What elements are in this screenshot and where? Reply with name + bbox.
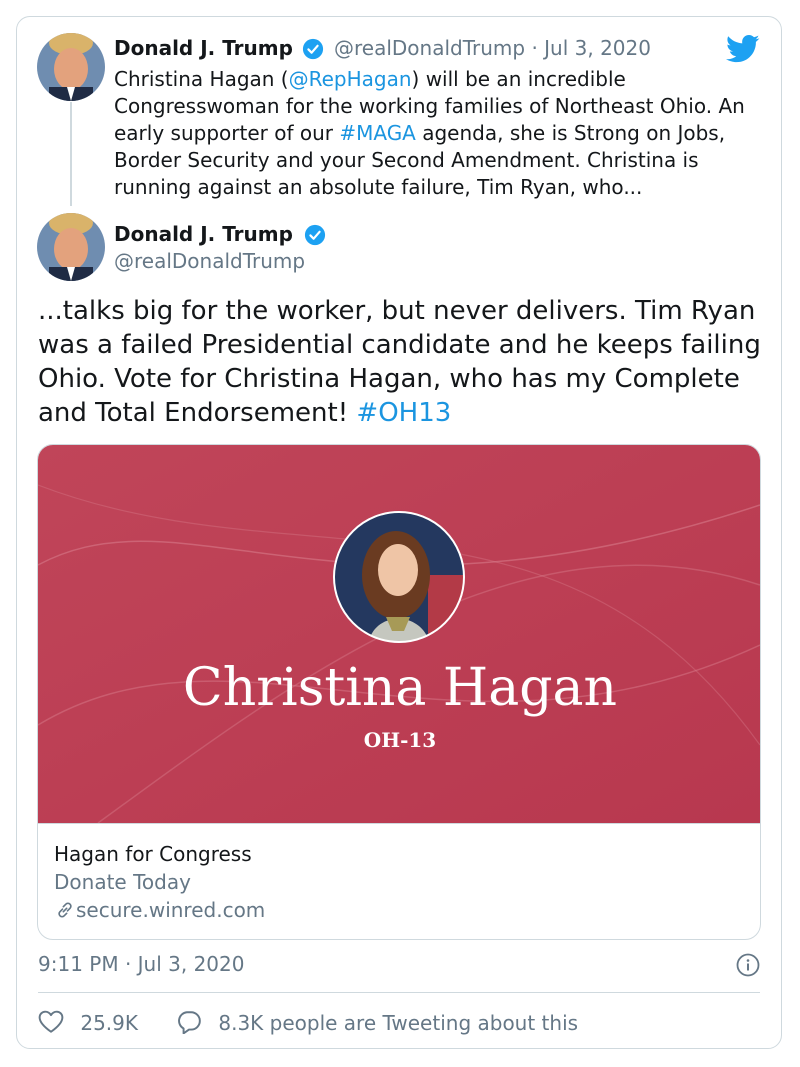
- quoted-tweet-text: Christina Hagan (@RepHagan) will be an i…: [114, 66, 774, 201]
- info-icon[interactable]: [736, 953, 760, 977]
- like-stat[interactable]: 25.9K: [38, 1010, 138, 1035]
- author-name[interactable]: Donald J. Trump: [114, 36, 293, 60]
- verified-icon: [302, 38, 324, 60]
- candidate-district: OH-13: [363, 728, 437, 752]
- tweeting-count: 8.3K people are Tweeting about this: [218, 1011, 579, 1035]
- link-title: Hagan for Congress: [54, 842, 252, 866]
- meta-separator: ·: [531, 36, 538, 60]
- thread-line: [70, 102, 72, 206]
- link-preview-meta: Hagan for Congress Donate Today secure.w…: [38, 823, 760, 939]
- author-avatar[interactable]: [37, 33, 105, 101]
- reply-bubble-icon[interactable]: [176, 1010, 202, 1035]
- link-description: Donate Today: [54, 870, 191, 894]
- author-avatar[interactable]: [37, 213, 105, 281]
- author-name[interactable]: Donald J. Trump: [114, 222, 293, 246]
- author-handle[interactable]: @realDonaldTrump: [334, 36, 525, 60]
- link-domain: secure.winred.com: [54, 898, 265, 922]
- text-segment: Christina Hagan (: [114, 67, 289, 91]
- link-icon: [58, 902, 72, 918]
- verified-icon: [304, 224, 326, 246]
- hashtag-link[interactable]: #OH13: [356, 398, 451, 428]
- author-meta: @realDonaldTrump · Jul 3, 2020: [334, 36, 651, 60]
- author-handle[interactable]: @realDonaldTrump: [114, 249, 305, 273]
- mention-link[interactable]: @RepHagan: [289, 67, 412, 91]
- candidate-name: Christina Hagan: [182, 658, 618, 718]
- tweet-timestamp[interactable]: 9:11 PM · Jul 3, 2020: [38, 952, 244, 976]
- heart-icon[interactable]: [38, 1010, 64, 1034]
- reply-stat[interactable]: 8.3K people are Tweeting about this: [176, 1010, 578, 1035]
- hashtag-link[interactable]: #MAGA: [339, 121, 416, 145]
- tweet-text: ...talks big for the worker, but never d…: [38, 294, 768, 430]
- twitter-bird-icon[interactable]: [726, 34, 760, 64]
- divider: [38, 992, 760, 993]
- candidate-banner: Christina Hagan OH-13: [0, 658, 800, 752]
- tweet-date[interactable]: Jul 3, 2020: [544, 36, 651, 60]
- link-domain-text: secure.winred.com: [76, 898, 266, 922]
- like-count: 25.9K: [80, 1011, 139, 1035]
- link-preview-image: [38, 445, 760, 823]
